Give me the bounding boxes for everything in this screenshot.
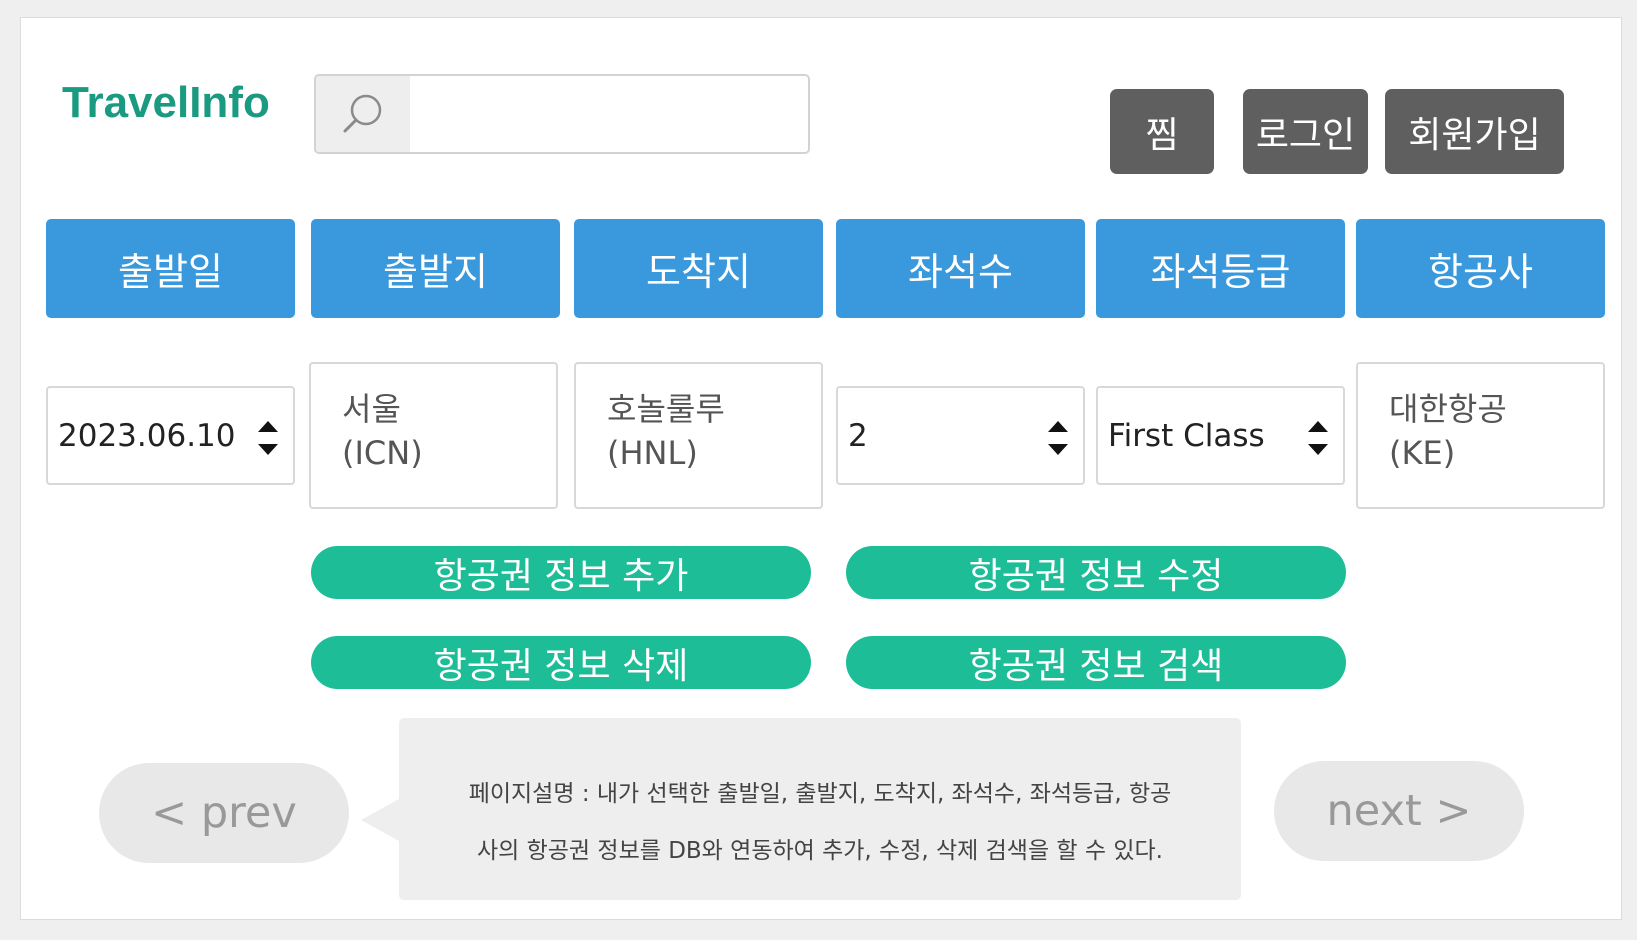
- airline-code: (KE): [1389, 434, 1456, 472]
- departure-date-field[interactable]: 2023.06.10: [46, 386, 295, 485]
- add-ticket-button[interactable]: 항공권 정보 추가: [311, 546, 811, 599]
- spinner-arrows-icon[interactable]: [257, 418, 279, 458]
- search-icon[interactable]: [316, 76, 410, 152]
- delete-ticket-button[interactable]: 항공권 정보 삭제: [311, 636, 811, 689]
- category-seat-class-button[interactable]: 좌석등급: [1096, 219, 1345, 318]
- category-seats-button[interactable]: 좌석수: [836, 219, 1085, 318]
- origin-field[interactable]: 서울 (ICN): [309, 362, 558, 509]
- destination-city: 호놀룰루: [607, 390, 725, 428]
- seats-value: 2: [848, 417, 868, 454]
- page-description: 페이지설명 : 내가 선택한 출발일, 출발지, 도착지, 좌석수, 좌석등급,…: [361, 718, 1241, 900]
- seat-class-field[interactable]: First Class: [1096, 386, 1345, 485]
- prev-button[interactable]: < prev: [99, 763, 349, 863]
- description-line-1: 페이지설명 : 내가 선택한 출발일, 출발지, 도착지, 좌석수, 좌석등급,…: [468, 781, 1172, 807]
- seats-field[interactable]: 2: [836, 386, 1085, 485]
- search-input[interactable]: [410, 76, 808, 152]
- wishlist-button[interactable]: 찜: [1110, 89, 1214, 174]
- airline-name: 대한항공: [1389, 390, 1507, 428]
- search-bar[interactable]: [314, 74, 810, 154]
- search-ticket-button[interactable]: 항공권 정보 검색: [846, 636, 1346, 689]
- category-origin-button[interactable]: 출발지: [311, 219, 560, 318]
- category-departure-date-button[interactable]: 출발일: [46, 219, 295, 318]
- origin-code: (ICN): [342, 434, 423, 472]
- origin-city: 서울: [342, 390, 401, 428]
- departure-date-value: 2023.06.10: [58, 417, 236, 454]
- speech-bubble-tail: [361, 799, 399, 841]
- signup-button[interactable]: 회원가입: [1385, 89, 1564, 174]
- destination-field[interactable]: 호놀룰루 (HNL): [574, 362, 823, 509]
- logo[interactable]: TravelInfo: [62, 78, 270, 128]
- spinner-arrows-icon[interactable]: [1047, 418, 1069, 458]
- category-destination-button[interactable]: 도착지: [574, 219, 823, 318]
- next-button[interactable]: next >: [1274, 761, 1524, 861]
- seat-class-value: First Class: [1108, 417, 1265, 454]
- login-button[interactable]: 로그인: [1243, 89, 1368, 174]
- category-airline-button[interactable]: 항공사: [1356, 219, 1605, 318]
- spinner-arrows-icon[interactable]: [1307, 418, 1329, 458]
- description-line-2: 사의 항공권 정보를 DB와 연동하여 추가, 수정, 삭제 검색을 할 수 있…: [476, 838, 1163, 864]
- edit-ticket-button[interactable]: 항공권 정보 수정: [846, 546, 1346, 599]
- airline-field[interactable]: 대한항공 (KE): [1356, 362, 1605, 509]
- destination-code: (HNL): [607, 434, 698, 472]
